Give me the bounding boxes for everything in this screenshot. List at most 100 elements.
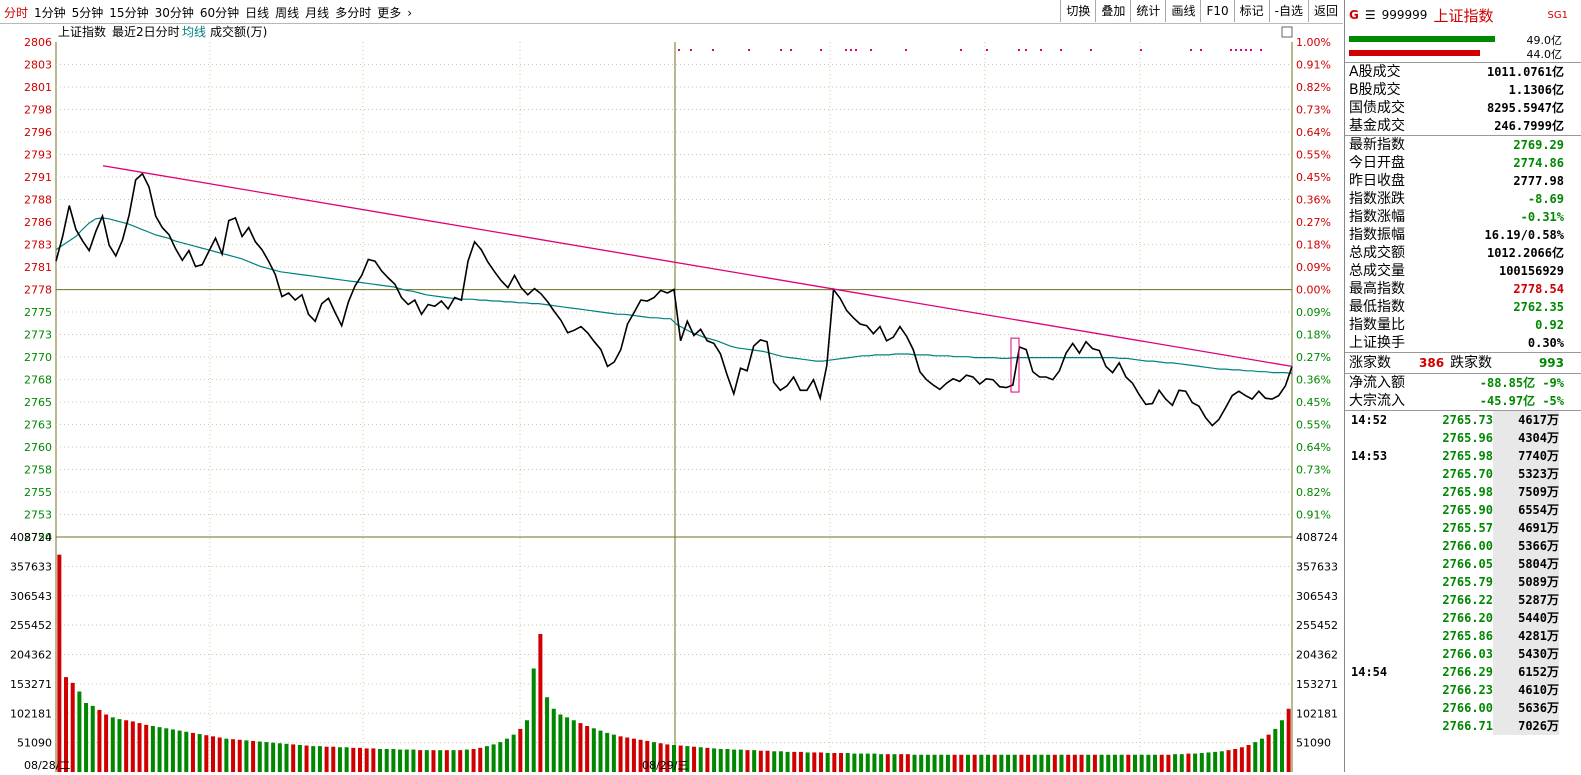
volume-bar — [211, 736, 216, 772]
period-tab-10[interactable]: 更多 — [377, 6, 401, 20]
vol-axis-label: 51090 — [17, 737, 52, 750]
volume-bar — [919, 754, 924, 772]
flow-row-label: 净流入额 — [1349, 375, 1405, 391]
tick-time — [1345, 681, 1421, 699]
vol-axis-label: 357633 — [10, 560, 52, 573]
event-marker — [1040, 49, 1042, 51]
volume-bar — [765, 750, 770, 772]
menu-icon[interactable]: ☰ — [1365, 8, 1376, 22]
tool-button-7[interactable]: 返回 — [1307, 0, 1343, 22]
vol-axis-label-right: 408724 — [1296, 531, 1338, 544]
event-marker — [1240, 49, 1242, 51]
volume-bar — [852, 753, 857, 772]
tick-time: 14:53 — [1351, 449, 1388, 463]
period-tab-4[interactable]: 30分钟 — [155, 6, 194, 20]
period-tab-9[interactable]: 多分时 — [335, 6, 371, 20]
left-axis-label: 2788 — [24, 194, 52, 207]
tool-button-4[interactable]: F10 — [1200, 0, 1233, 22]
volume-bar — [832, 753, 837, 772]
period-tab-5[interactable]: 60分钟 — [200, 6, 239, 20]
tick-time: 14:52 — [1351, 413, 1388, 427]
volume-bar — [271, 742, 276, 772]
volume-bar — [444, 750, 449, 772]
tool-button-3[interactable]: 画线 — [1165, 0, 1200, 22]
period-tab-3[interactable]: 15分钟 — [109, 6, 148, 20]
tool-button-6[interactable]: -自选 — [1268, 0, 1308, 22]
volume-bar — [1099, 754, 1104, 772]
vol-axis-label-right: 102181 — [1296, 707, 1338, 720]
volume-bar — [892, 754, 897, 772]
period-tab-7[interactable]: 周线 — [275, 6, 299, 20]
event-marker — [780, 49, 782, 51]
volume-bar — [558, 714, 563, 772]
volume-bar — [1226, 750, 1231, 772]
tick-price: 2766.71 — [1442, 719, 1493, 733]
volume-bar — [785, 751, 790, 772]
volume-bar — [972, 754, 977, 772]
tool-button-1[interactable]: 叠加 — [1095, 0, 1130, 22]
volume-bar — [1173, 754, 1178, 772]
tick-row: 2765.70 5323万 — [1345, 465, 1581, 483]
volume-bar — [712, 748, 717, 772]
volume-bar — [1206, 752, 1211, 772]
volume-bar — [277, 743, 282, 772]
period-tab-1[interactable]: 1分钟 — [34, 6, 66, 20]
tool-button-5[interactable]: 标记 — [1233, 0, 1269, 22]
tick-price: 2766.29 — [1442, 665, 1493, 679]
tick-list[interactable]: 14:52 2765.73 4617万 2765.96 4304万 14:53 2765.9… — [1345, 411, 1581, 735]
volume-bar — [745, 750, 750, 772]
right-axis-label: 0.36% — [1296, 194, 1331, 207]
stat-row-label: 上证换手 — [1349, 335, 1405, 351]
tick-volume: 7509万 — [1493, 483, 1559, 501]
volume-bar — [237, 739, 242, 772]
volume-bar — [1279, 720, 1284, 772]
right-axis-label: 0.45% — [1296, 396, 1331, 409]
period-tab-2[interactable]: 5分钟 — [72, 6, 104, 20]
volume-bar — [1132, 754, 1137, 772]
volume-bar — [1112, 754, 1117, 772]
volume-bar — [511, 734, 516, 772]
volume-bar — [1039, 754, 1044, 772]
volume-bar — [351, 747, 356, 772]
event-marker — [1230, 49, 1232, 51]
vol-axis-label-right: 51090 — [1296, 737, 1331, 750]
volume-bar — [1253, 742, 1258, 772]
stat-row-value: 1012.2066亿 — [1486, 246, 1564, 260]
chevron-right-icon[interactable]: › — [407, 6, 412, 20]
tick-time — [1345, 717, 1421, 735]
stat-row-value: 2777.98 — [1513, 174, 1564, 188]
vol-axis-label: 153271 — [10, 678, 52, 691]
event-marker — [1140, 49, 1142, 51]
volume-bar — [64, 677, 69, 772]
volume-bar — [498, 742, 503, 772]
stat-row-label: 最新指数 — [1349, 137, 1405, 153]
turnover-row-label: A股成交 — [1349, 64, 1401, 80]
stat-row-value: 2774.86 — [1513, 156, 1564, 170]
period-tab-6[interactable]: 日线 — [245, 6, 269, 20]
vol-axis-label: 306543 — [10, 590, 52, 603]
volume-bar — [899, 754, 904, 772]
tick-volume: 4281万 — [1493, 627, 1559, 645]
tick-volume: 5323万 — [1493, 465, 1559, 483]
volume-bar — [264, 742, 269, 772]
volume-bar — [1213, 751, 1218, 772]
stat-row-label: 最高指数 — [1349, 281, 1405, 297]
tick-volume: 5430万 — [1493, 645, 1559, 663]
volume-bar — [297, 744, 302, 772]
right-axis-label: 0.09% — [1296, 306, 1331, 319]
stats-section: 最新指数 2769.29 今日开盘 2774.86 昨日收盘 2777.98 指数涨跌 -8.… — [1345, 136, 1581, 353]
period-tab-8[interactable]: 月线 — [305, 6, 329, 20]
volume-bar — [611, 734, 616, 772]
left-axis-label: 2765 — [24, 396, 52, 409]
intraday-chart[interactable]: 上证指数 最近2日分时 均线 成交额(万) 2806 2803 2801 2798 2796 27… — [0, 24, 1343, 772]
tool-button-2[interactable]: 统计 — [1130, 0, 1165, 22]
left-axis-label: 2806 — [24, 36, 52, 49]
volume-bar — [304, 745, 309, 772]
period-tab-0[interactable]: 分时 — [4, 6, 28, 20]
volume-bar — [157, 727, 162, 772]
volume-bar — [778, 751, 783, 772]
volume-bar — [812, 752, 817, 772]
left-axis-label: 2786 — [24, 216, 52, 229]
volume-bar — [772, 751, 777, 772]
tool-button-0[interactable]: 切换 — [1060, 0, 1095, 22]
